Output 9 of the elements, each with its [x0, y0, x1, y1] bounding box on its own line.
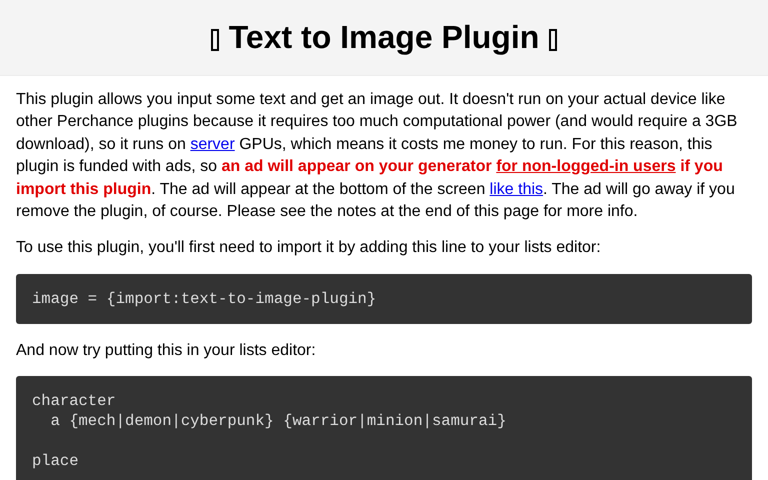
page-title: Text to Image Plugin: [228, 19, 540, 56]
text-link[interactable]: server: [190, 136, 235, 153]
instruction-text: To use this plugin, you'll first need to import it by adding this line to your lists editor:: [16, 238, 602, 258]
code-block: image = {import:text-to-image-plugin}: [16, 274, 752, 324]
code-block: character a {mech|demon|cyberpunk} {warrior|minion|samurai} place: [16, 376, 752, 480]
text-link[interactable]: for non-logged-in users: [496, 158, 676, 176]
intro-paragraph: This plugin allows you input some text and get an image out. It doesn't run on your actual device like other Perchance plugins because it requires too much computational power (and would require a 3GB download), so it runs on server GPUs, which means it costs me money to run. For this reason, this plugin is funded with ads, so an ad will appear on your generator for non-logged-in users if you import this plugin. The ad will appear at the bottom of the screen like this. The ad will go away if you remove the plugin, of course. Please see the notes at the end of this page for more info.: [16, 90, 738, 222]
instruction-text: And now try putting this in your lists editor:: [16, 340, 317, 361]
text-link[interactable]: like this: [490, 180, 544, 198]
